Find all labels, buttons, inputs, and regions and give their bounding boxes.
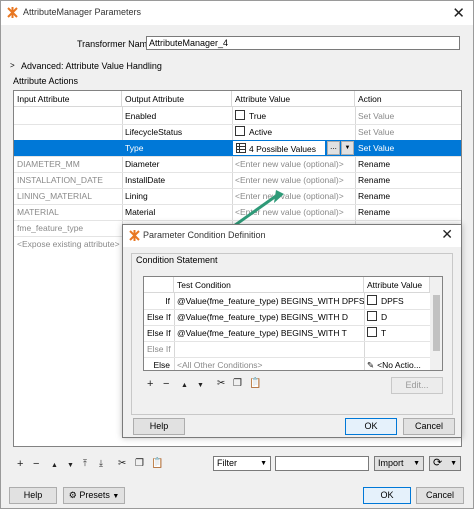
dialog-title: Parameter Condition Definition xyxy=(143,230,266,240)
column-header-test-condition[interactable]: Test Condition xyxy=(174,277,364,293)
value-box-icon xyxy=(367,327,377,337)
condition-prefix: Else If xyxy=(147,312,171,322)
condition-cell[interactable]: <All Other Conditions> xyxy=(174,357,364,370)
condition-prefix: Else If xyxy=(147,344,171,354)
condition-cell[interactable]: @Value(fme_feature_type) BEGINS_WITH D xyxy=(174,309,364,325)
pencil-icon: ✎ xyxy=(367,360,375,370)
condition-value-cell[interactable]: ✎ <No Actio... xyxy=(364,357,430,370)
close-icon[interactable]: ✕ xyxy=(441,226,453,243)
scrollbar-thumb[interactable] xyxy=(433,295,440,351)
edit-button[interactable]: Edit... xyxy=(391,377,443,394)
condition-prefix: Else xyxy=(153,360,170,370)
dialog-help-button[interactable]: Help xyxy=(133,418,185,435)
condition-definition-dialog: Parameter Condition Definition ✕ Conditi… xyxy=(122,224,462,438)
fme-logo-icon xyxy=(129,230,140,241)
condition-value-cell[interactable]: D xyxy=(364,309,430,325)
copy-icon[interactable]: ❐ xyxy=(233,378,242,390)
dialog-ok-button[interactable]: OK xyxy=(345,418,397,435)
condition-table[interactable]: Test Condition Attribute Value If @Value… xyxy=(143,276,443,371)
paste-icon[interactable]: 📋 xyxy=(249,378,261,390)
value-box-icon xyxy=(367,311,377,321)
value-box-icon xyxy=(367,295,377,305)
move-up-icon[interactable]: ▲ xyxy=(181,380,188,392)
condition-prefix: If xyxy=(165,296,170,306)
condition-scrollbar[interactable] xyxy=(430,277,442,370)
dialog-cancel-button[interactable]: Cancel xyxy=(403,418,455,435)
cut-icon[interactable]: ✂ xyxy=(217,378,225,390)
dialog-title-bar: Parameter Condition Definition ✕ xyxy=(123,225,461,247)
condition-cell[interactable] xyxy=(174,341,364,357)
remove-condition-icon[interactable]: − xyxy=(163,378,169,390)
add-condition-icon[interactable]: + xyxy=(147,378,153,390)
condition-cell[interactable]: @Value(fme_feature_type) BEGINS_WITH T xyxy=(174,325,364,341)
column-header-attribute-value[interactable]: Attribute Value xyxy=(364,277,430,293)
condition-value-cell[interactable]: T xyxy=(364,325,430,341)
condition-value-cell[interactable]: DPFS xyxy=(364,293,430,309)
condition-prefix: Else If xyxy=(147,328,171,338)
condition-cell[interactable]: @Value(fme_feature_type) BEGINS_WITH DPF… xyxy=(174,293,364,309)
condition-statement-label: Condition Statement xyxy=(136,255,218,265)
move-down-icon[interactable]: ▼ xyxy=(197,380,204,392)
